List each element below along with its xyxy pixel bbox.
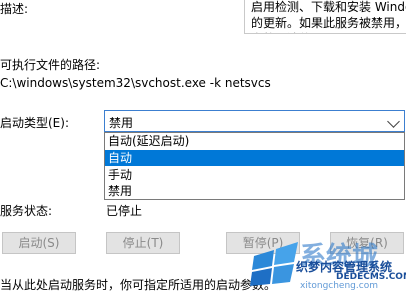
service-status-label: 服务状态: — [0, 204, 53, 218]
watermark-site: xitongcheng.com — [300, 281, 378, 291]
footer-note: 当从此处启动服务时，你可指定所适用的启动参数。 — [0, 278, 277, 292]
start-button[interactable]: 启动(S) — [2, 232, 76, 254]
description-label: 描述: — [0, 2, 29, 16]
startup-type-selected-value: 禁用 — [109, 116, 134, 130]
startup-type-dropdown: 自动(延迟启动) 自动 手动 禁用 — [104, 132, 405, 200]
description-text: 启用检测、下载和安装 Windows 和其他程序的更新。如果此服务被禁用，这台计… — [251, 0, 406, 33]
service-status-value: 已停止 — [106, 204, 143, 218]
exe-path-label: 可执行文件的路径: — [0, 58, 101, 72]
option-disabled[interactable]: 禁用 — [105, 183, 404, 199]
option-manual[interactable]: 手动 — [105, 167, 404, 183]
stop-button[interactable]: 停止(T) — [106, 232, 180, 254]
exe-path-value: C:\windows\system32\svchost.exe -k netsv… — [0, 76, 271, 90]
description-textbox[interactable]: 启用检测、下载和安装 Windows 和其他程序的更新。如果此服务被禁用，这台计… — [244, 0, 406, 34]
option-auto[interactable]: 自动 — [105, 150, 404, 166]
startup-type-label: 启动类型(E): — [0, 116, 69, 130]
option-auto-delayed[interactable]: 自动(延迟启动) — [105, 133, 404, 149]
startup-type-select[interactable]: 禁用 — [104, 110, 405, 132]
windows-logo-icon — [250, 240, 302, 286]
chevron-down-icon[interactable] — [387, 115, 400, 128]
